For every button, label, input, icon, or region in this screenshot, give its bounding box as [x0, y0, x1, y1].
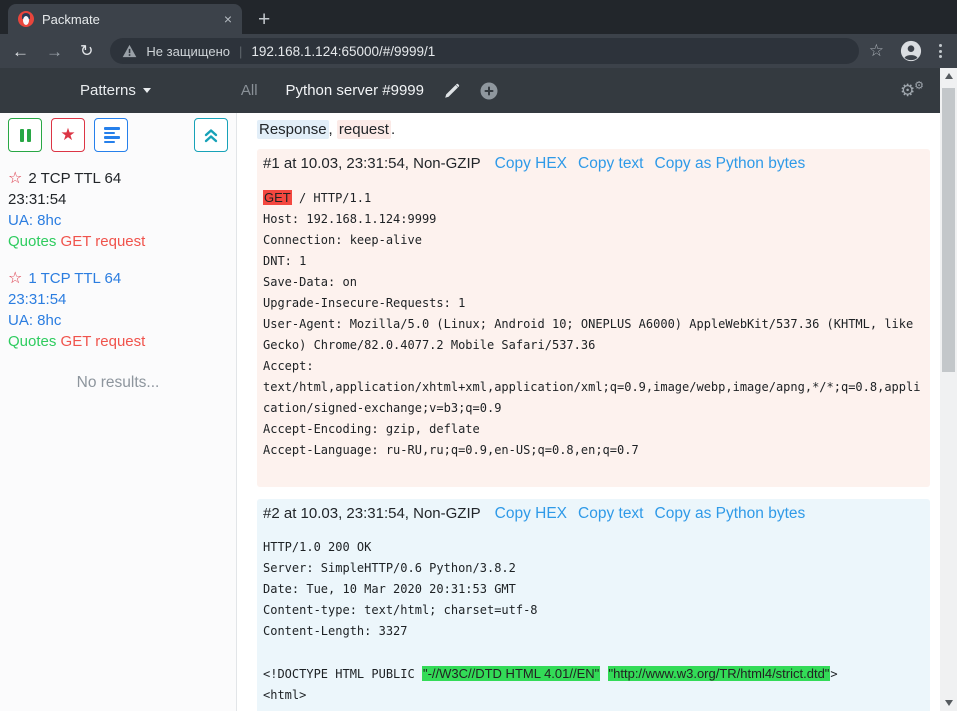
pause-capture-button[interactable]	[8, 118, 42, 152]
stream-list: ☆2 TCP TTL 6423:31:54UA: 8hcQuotes GET r…	[8, 167, 228, 352]
chevron-down-icon	[143, 88, 151, 93]
pencil-icon	[444, 83, 460, 99]
packmate-favicon	[18, 11, 34, 27]
copy-hex-link[interactable]: Copy HEX	[495, 155, 567, 173]
app-navbar: Patterns All Python server #9999 ⚙ ⚙	[0, 68, 940, 113]
stream-tags: Quotes GET request	[8, 231, 228, 252]
highlight-green: "-//W3C//DTD HTML 4.01//EN"	[422, 666, 600, 681]
service-tab-all[interactable]: All	[241, 82, 258, 99]
packet-view: Response, request. #1 at 10.03, 23:31:54…	[237, 113, 940, 711]
packet-card-response: #2 at 10.03, 23:31:54, Non-GZIP Copy HEX C…	[257, 499, 930, 711]
browser-tab[interactable]: Packmate ×	[8, 4, 242, 34]
copy-as-python-bytes-link[interactable]: Copy as Python bytes	[655, 155, 806, 173]
stream-tags: Quotes GET request	[8, 331, 228, 352]
patterns-dropdown[interactable]: Patterns	[80, 82, 151, 99]
scrollbar-up-arrow[interactable]	[940, 68, 957, 84]
stream-list-item[interactable]: ☆2 TCP TTL 6423:31:54UA: 8hcQuotes GET r…	[8, 167, 228, 252]
scrollbar-down-arrow[interactable]	[940, 695, 957, 711]
pattern-tag-get-request: GET request	[61, 233, 146, 250]
stream-time: 23:31:54	[8, 289, 228, 310]
patterns-label: Patterns	[80, 82, 136, 99]
no-results-label: No results...	[8, 374, 228, 392]
favorite-star-icon[interactable]: ☆	[8, 168, 22, 187]
favorites-filter-button[interactable]: ★	[51, 118, 85, 152]
bookmark-star-icon[interactable]: ☆	[869, 41, 884, 61]
settings-gears-icon[interactable]: ⚙ ⚙	[900, 80, 924, 100]
pattern-tag-quotes: Quotes	[8, 233, 56, 250]
pattern-highlight-response: Response	[257, 120, 329, 139]
highlight-red: GET	[263, 190, 292, 205]
scroll-top-button[interactable]	[194, 118, 228, 152]
url-text: 192.168.1.124:65000/#/9999/1	[251, 44, 435, 59]
browser-toolbar: ← → ↻ Не защищено | 192.168.1.124:65000/…	[0, 34, 957, 68]
insecure-warning-icon	[122, 44, 137, 58]
copy-hex-link[interactable]: Copy HEX	[495, 505, 567, 523]
new-tab-icon[interactable]: +	[258, 9, 270, 30]
forward-icon[interactable]: →	[46, 43, 63, 60]
browser-tab-strip: Packmate × +	[0, 0, 957, 34]
pattern-tag-quotes: Quotes	[8, 333, 56, 350]
tab-close-icon[interactable]: ×	[224, 12, 232, 26]
text-view-button[interactable]	[94, 118, 128, 152]
packet-header: #1 at 10.03, 23:31:54, Non-GZIP	[263, 155, 481, 172]
highlight-green: "http://www.w3.org/TR/html4/strict.dtd"	[608, 666, 831, 681]
service-tab-current[interactable]: Python server #9999	[286, 82, 424, 99]
plus-circle-icon	[480, 82, 498, 100]
copy-text-link[interactable]: Copy text	[578, 155, 643, 173]
security-label: Не защищено	[146, 44, 230, 59]
list-icon	[104, 127, 120, 130]
favorite-star-icon[interactable]: ☆	[8, 268, 22, 287]
profile-avatar-icon[interactable]	[900, 40, 922, 62]
packet-header: #2 at 10.03, 23:31:54, Non-GZIP	[263, 505, 481, 522]
address-bar[interactable]: Не защищено | 192.168.1.124:65000/#/9999…	[110, 38, 858, 64]
packet-card-request: #1 at 10.03, 23:31:54, Non-GZIP Copy HEX C…	[257, 149, 930, 487]
stream-sidebar: ★ ☆2 TCP TTL 6423:31:54UA: 8hcQuotes GET…	[0, 113, 237, 711]
copy-as-python-bytes-link[interactable]: Copy as Python bytes	[655, 505, 806, 523]
packet-content: HTTP/1.0 200 OK Server: SimpleHTTP/0.6 P…	[263, 537, 922, 706]
url-separator: |	[239, 44, 242, 59]
stream-title: 2 TCP TTL 64	[28, 170, 121, 187]
star-icon: ★	[60, 125, 75, 145]
tab-title: Packmate	[42, 12, 216, 27]
double-chevron-up-icon	[203, 128, 219, 143]
edit-service-button[interactable]	[444, 83, 460, 99]
browser-menu-icon[interactable]	[936, 41, 945, 61]
pattern-highlight-request: request	[337, 120, 391, 139]
back-icon[interactable]: ←	[12, 43, 29, 60]
stream-user-agent: UA: 8hc	[8, 210, 228, 231]
stream-user-agent: UA: 8hc	[8, 310, 228, 331]
page-scrollbar[interactable]	[940, 68, 957, 711]
scrollbar-thumb[interactable]	[942, 88, 955, 372]
add-service-button[interactable]	[480, 82, 498, 100]
found-patterns: Response, request.	[257, 121, 930, 138]
content-area: ★ ☆2 TCP TTL 6423:31:54UA: 8hcQuotes GET…	[0, 113, 940, 711]
pattern-tag-get-request: GET request	[61, 333, 146, 350]
stream-time: 23:31:54	[8, 189, 228, 210]
copy-text-link[interactable]: Copy text	[578, 505, 643, 523]
reload-icon[interactable]: ↻	[80, 43, 93, 60]
stream-title: 1 TCP TTL 64	[28, 270, 121, 287]
packet-content: GET / HTTP/1.1 Host: 192.168.1.124:9999 …	[263, 187, 922, 461]
pause-icon	[20, 129, 24, 142]
stream-list-item[interactable]: ☆1 TCP TTL 6423:31:54UA: 8hcQuotes GET r…	[8, 267, 228, 352]
